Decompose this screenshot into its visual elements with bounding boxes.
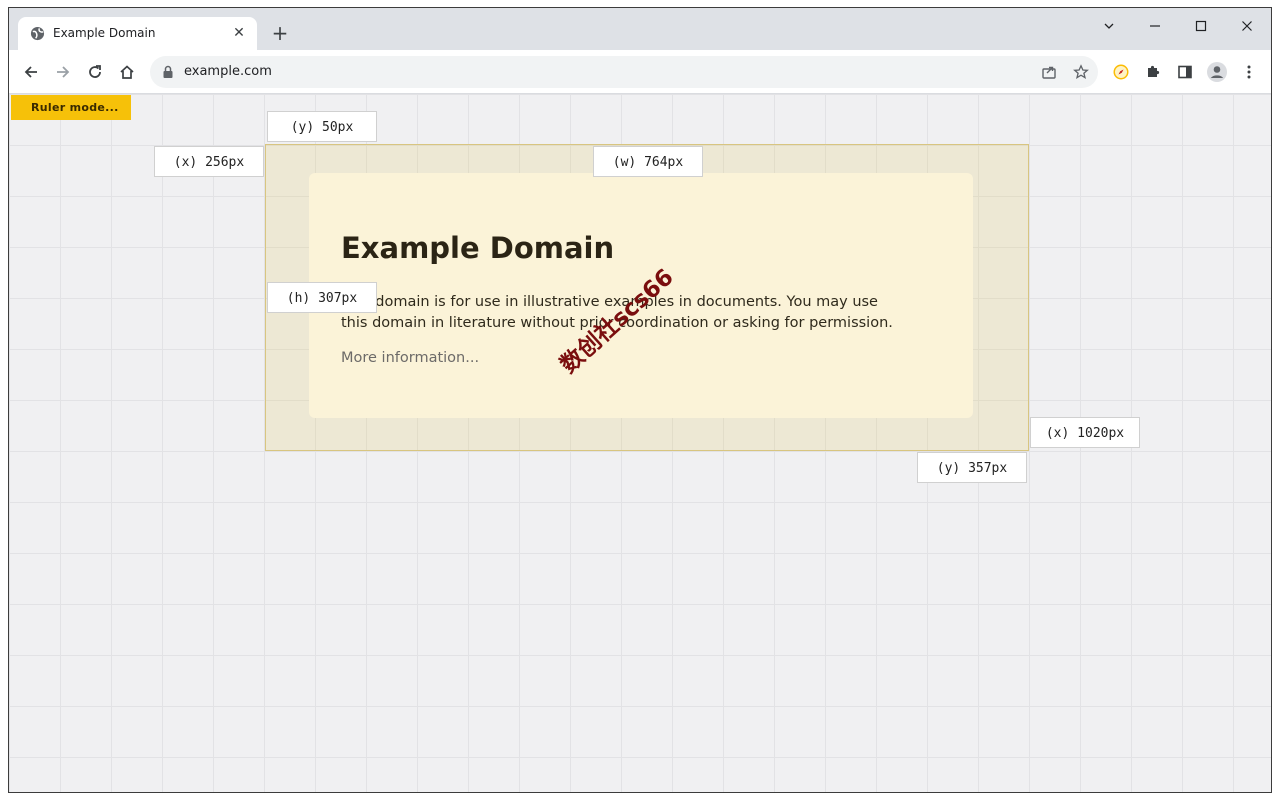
ruler-mode-button[interactable]: Ruler mode... xyxy=(11,95,131,120)
tab-example-domain[interactable]: Example Domain ✕ xyxy=(18,17,257,50)
measure-label-left-x: (x) 256px xyxy=(154,146,264,177)
url-text[interactable]: example.com xyxy=(184,64,272,79)
globe-icon xyxy=(30,26,45,41)
page-heading: Example Domain xyxy=(341,231,615,265)
lock-icon[interactable] xyxy=(162,65,174,79)
plus-icon[interactable]: + xyxy=(268,22,292,46)
measure-label-width: (w) 764px xyxy=(593,146,703,177)
compass-extension-icon[interactable] xyxy=(1107,58,1135,86)
browser-window: Example Domain ✕ + example.com Ruler mod… xyxy=(8,7,1272,793)
more-information-link[interactable]: More information... xyxy=(341,350,479,366)
forward-arrow-icon[interactable] xyxy=(49,58,77,86)
back-arrow-icon[interactable] xyxy=(17,58,45,86)
minimize-icon[interactable] xyxy=(1143,14,1167,38)
kebab-menu-icon[interactable] xyxy=(1235,58,1263,86)
home-icon[interactable] xyxy=(113,58,141,86)
close-icon[interactable]: ✕ xyxy=(231,25,247,41)
profile-icon[interactable] xyxy=(1203,58,1231,86)
share-icon[interactable] xyxy=(1037,60,1061,84)
puzzle-icon[interactable] xyxy=(1139,58,1167,86)
star-icon[interactable] xyxy=(1069,60,1093,84)
close-window-icon[interactable] xyxy=(1235,14,1259,38)
reload-icon[interactable] xyxy=(81,58,109,86)
tab-title: Example Domain xyxy=(53,26,156,40)
measure-label-bottom-y: (y) 357px xyxy=(917,452,1027,483)
measure-label-height: (h) 307px xyxy=(267,282,377,313)
measure-label-top-y: (y) 50px xyxy=(267,111,377,142)
measure-label-right-x: (x) 1020px xyxy=(1030,417,1140,448)
maximize-icon[interactable] xyxy=(1189,14,1213,38)
address-bar[interactable]: example.com xyxy=(150,56,1098,88)
chevron-down-icon[interactable] xyxy=(1097,14,1121,38)
toolbar: example.com xyxy=(9,50,1271,94)
side-panel-icon[interactable] xyxy=(1171,58,1199,86)
page-content: Ruler mode... Example Domain This domain… xyxy=(9,94,1271,792)
tab-strip: Example Domain ✕ + xyxy=(9,8,1271,50)
